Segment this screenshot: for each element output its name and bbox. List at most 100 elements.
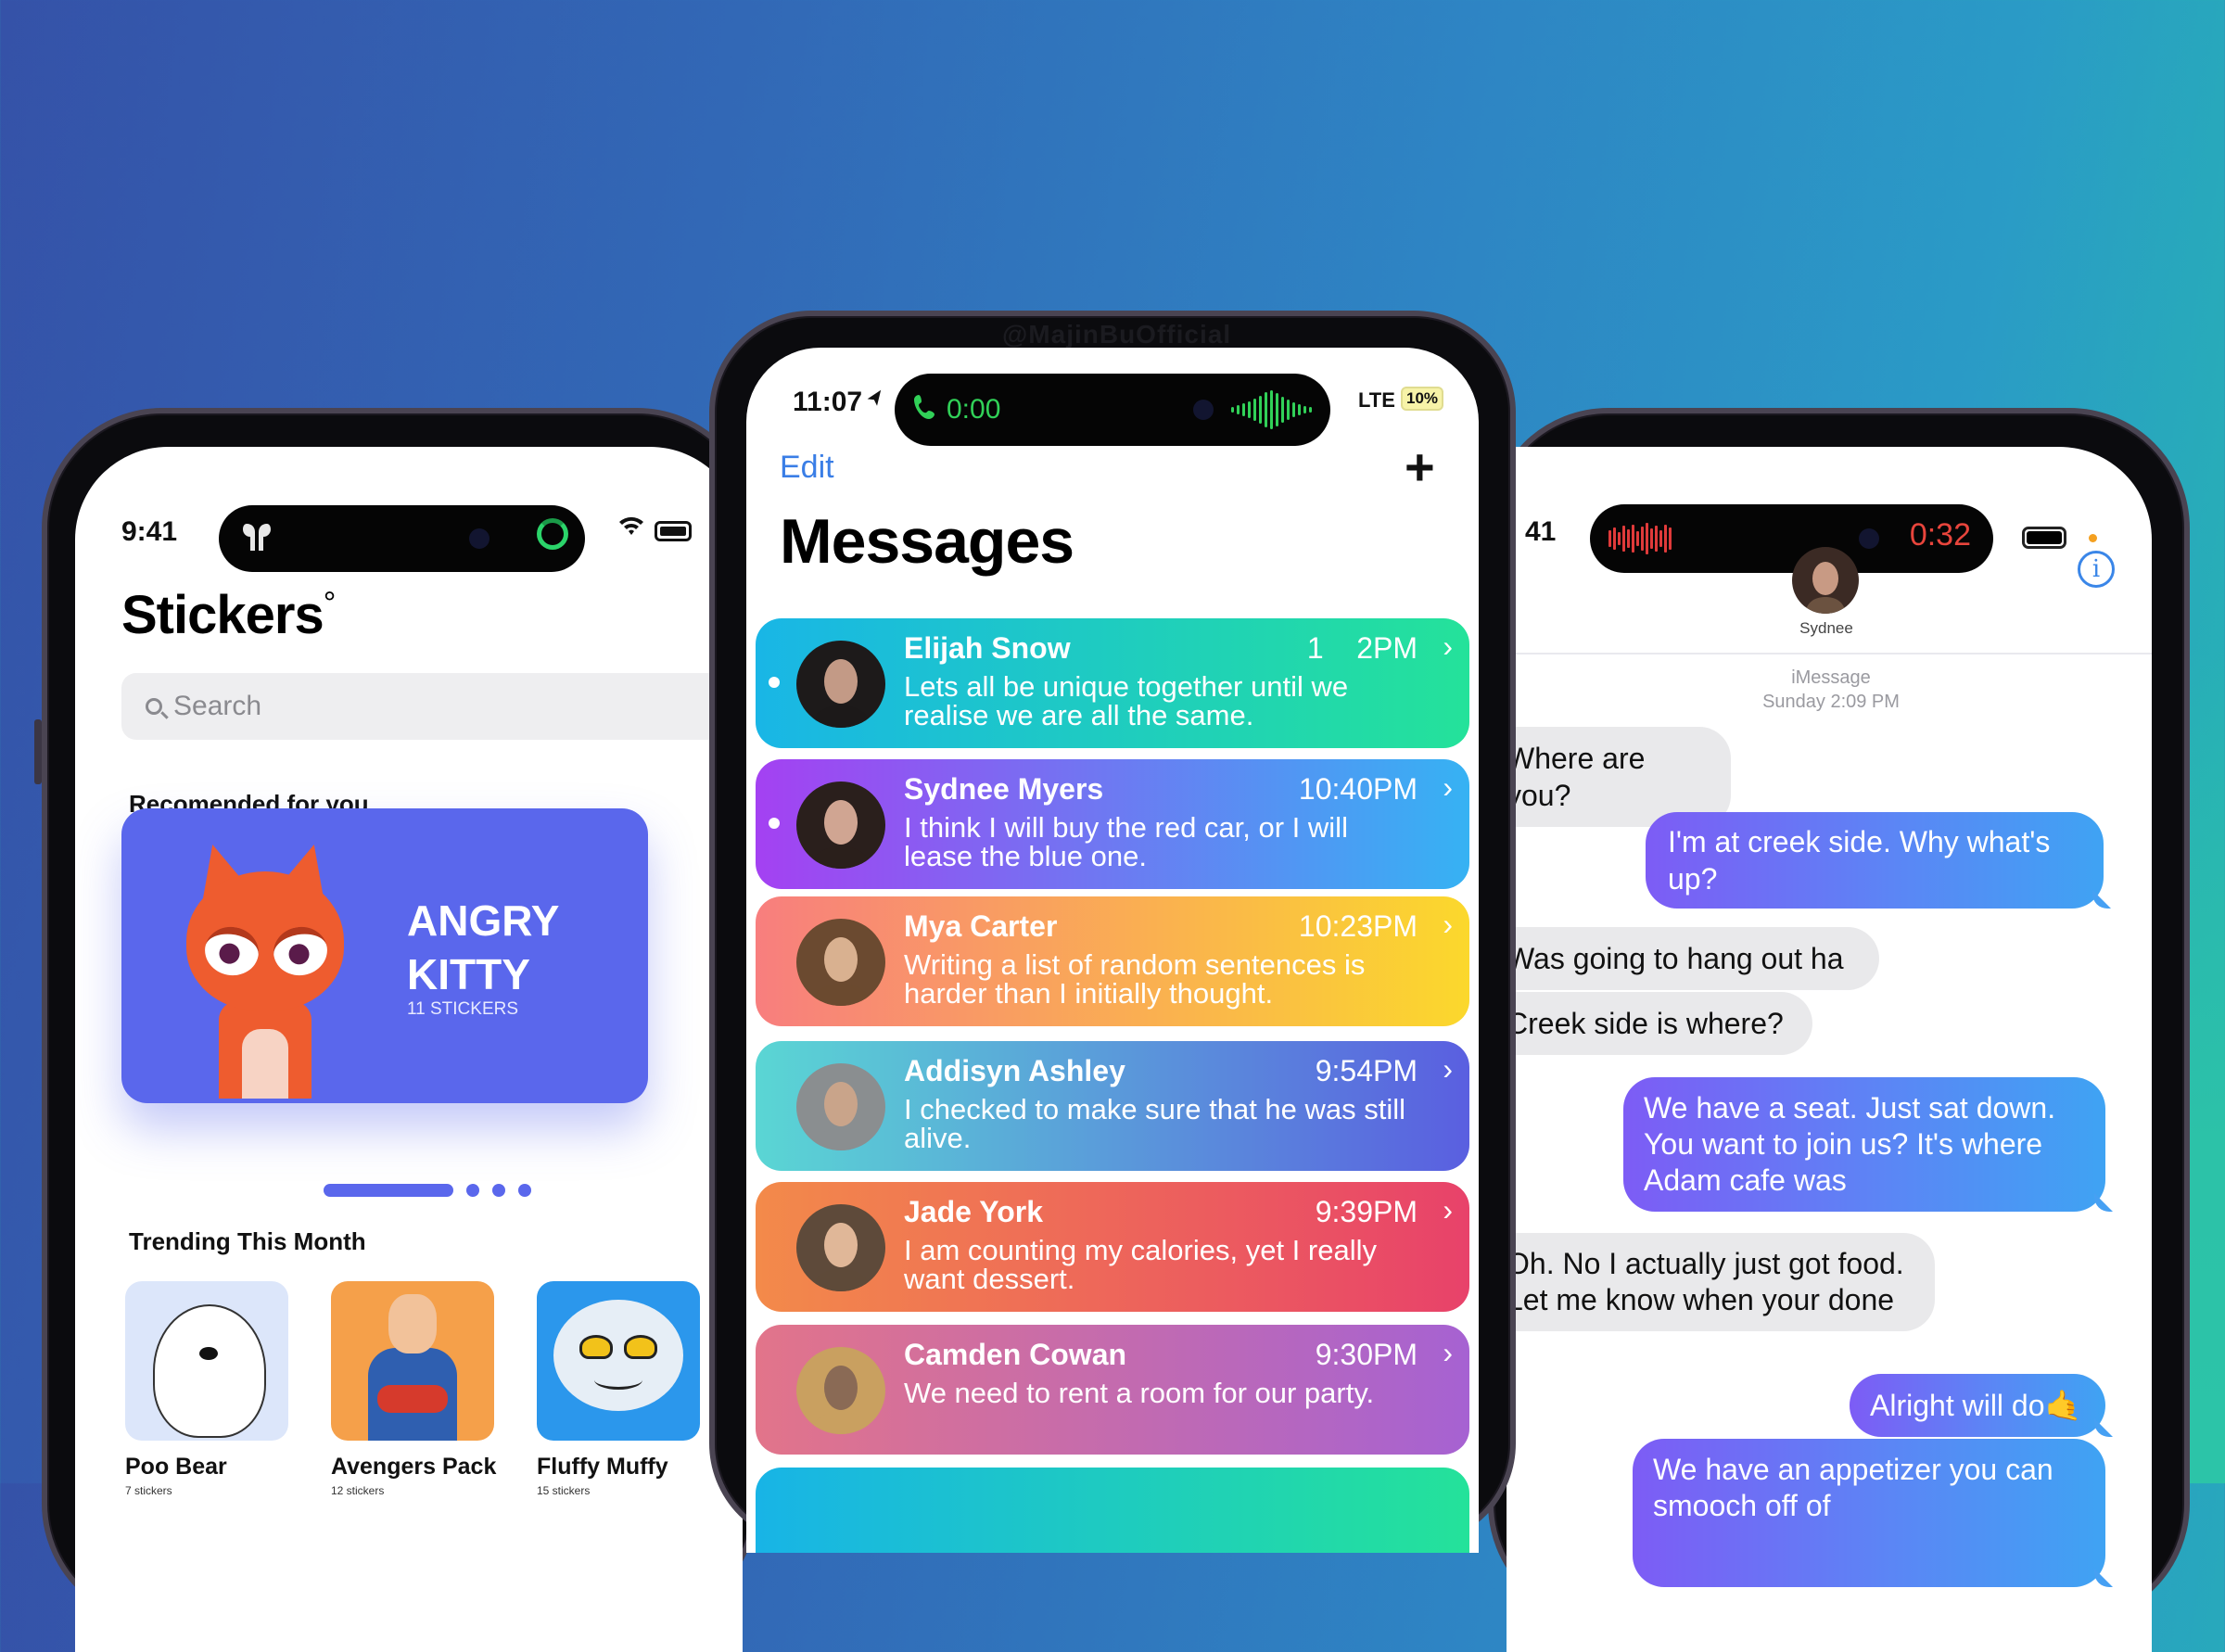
conversation-row[interactable]: Elijah Snow 1 2PM › Lets all be unique toge… (756, 618, 1469, 748)
contact-name: Addisyn Ashley (904, 1054, 1125, 1087)
avatar (796, 1063, 885, 1150)
messages-screen: 11:07 0:00 LTE 10% Edit + Messages Elija… (746, 348, 1479, 1553)
chevron-right-icon: › (1443, 770, 1453, 804)
chevron-right-icon: › (1443, 1052, 1453, 1086)
featured-count: 11 STICKERS (407, 999, 519, 1019)
call-timer: 0:00 (947, 394, 1001, 425)
page-title: Stickers° (121, 585, 336, 645)
dynamic-island[interactable]: 0:32 (1590, 504, 1993, 573)
carousel-indicator[interactable] (324, 1184, 531, 1197)
network-type: LTE (1358, 388, 1395, 412)
angry-kitty-image (177, 837, 362, 1099)
compose-button[interactable]: + (1405, 437, 1435, 497)
carousel-page[interactable] (492, 1184, 505, 1197)
message-outgoing[interactable]: We have a seat. Just sat down. You want … (1623, 1077, 2105, 1212)
status-time: 11:07 (793, 387, 863, 417)
status-time: 41 (1525, 516, 1557, 547)
timestamp: 10:40PM (1298, 772, 1418, 806)
trending-item-count: 15 stickers (537, 1484, 591, 1497)
stickers-phone: 9:41 Stickers° Search Recomended for you (34, 408, 757, 1652)
page-title: Messages (780, 506, 1074, 577)
message-preview: Writing a list of random sentences is ha… (904, 948, 1366, 1010)
watermark: @MajinBuOfficial (1002, 320, 1232, 349)
conversation-row[interactable]: Jade York 9:39PM › I am counting my calorie… (756, 1182, 1469, 1312)
contact-name: Camden Cowan (904, 1338, 1127, 1371)
trending-item-count: 12 stickers (331, 1484, 385, 1497)
contact-name: Sydnee Myers (904, 772, 1104, 806)
battery-icon (655, 521, 692, 541)
mic-indicator-icon (2089, 534, 2097, 542)
message-outgoing[interactable]: We have an appetizer you can smooch off … (1633, 1439, 2105, 1587)
timestamp: 1 2PM (1306, 631, 1418, 665)
search-placeholder: Search (173, 691, 262, 721)
camera-icon (469, 528, 490, 549)
message-preview: I think I will buy the red car, or I wil… (904, 811, 1348, 872)
avatar (796, 1347, 885, 1434)
trending-item[interactable]: Fluffy Muffy 15 stickers (537, 1281, 700, 1497)
timestamp: 9:39PM (1315, 1195, 1418, 1228)
activity-ring-icon (537, 518, 568, 550)
message-preview: I checked to make sure that he was still… (904, 1093, 1406, 1154)
search-input[interactable]: Search (121, 673, 743, 740)
message-preview: We need to rent a room for our party. (904, 1377, 1375, 1409)
edit-button[interactable]: Edit (780, 450, 834, 486)
message-incoming[interactable]: Creek side is where? (1507, 992, 1812, 1055)
featured-sticker-card[interactable]: ANGRY KITTY 11 STICKERS (121, 808, 648, 1103)
avatar (796, 919, 885, 1006)
trending-item[interactable]: Poo Bear 7 stickers (125, 1281, 288, 1497)
stickers-screen: 9:41 Stickers° Search Recomended for you (75, 447, 743, 1652)
conversation-row[interactable]: Sydnee Myers 10:40PM › I think I will buy t… (756, 759, 1469, 889)
camera-icon (1193, 400, 1214, 420)
chevron-right-icon: › (1443, 1336, 1453, 1369)
trending-item-name: Avengers Pack (331, 1454, 497, 1480)
carousel-page-active[interactable] (324, 1184, 453, 1197)
search-icon (146, 698, 162, 715)
conversation-row[interactable]: Addisyn Ashley 9:54PM › I checked to make s… (756, 1041, 1469, 1171)
poo-bear-image (125, 1281, 288, 1441)
audio-waveform-icon (1231, 390, 1312, 429)
timestamp: 9:30PM (1315, 1338, 1418, 1371)
info-icon[interactable]: i (2078, 551, 2115, 588)
contact-name: Mya Carter (904, 909, 1058, 943)
location-arrow-icon (865, 388, 885, 414)
unread-indicator (769, 818, 780, 829)
phone-call-icon (913, 393, 937, 427)
side-button (34, 719, 42, 784)
avengers-pack-image (331, 1281, 494, 1441)
airpods-icon (237, 516, 280, 559)
message-outgoing[interactable]: Alright will do🤙 (1850, 1374, 2105, 1437)
timestamp: 10:23PM (1298, 909, 1418, 943)
chevron-right-icon: › (1443, 629, 1453, 663)
conversation-row[interactable]: Mya Carter 10:23PM › Writing a list of rand… (756, 896, 1469, 1026)
message-incoming[interactable]: Oh. No I actually just got food. Let me … (1507, 1233, 1935, 1331)
status-time: 9:41 (121, 516, 178, 547)
chat-phone: 41 0:32 Sydnee i iMessage Sunday 2:09 PM… (1488, 408, 2190, 1652)
contact-avatar[interactable] (1792, 547, 1859, 614)
contact-name: Elijah Snow (904, 631, 1071, 665)
chevron-right-icon: › (1443, 908, 1453, 941)
thread-meta: iMessage Sunday 2:09 PM (1762, 667, 1900, 712)
camera-icon (1859, 528, 1879, 549)
message-preview: Lets all be unique together until we rea… (904, 670, 1349, 731)
conversation-row[interactable]: Camden Cowan 9:30PM › We need to rent a roo… (756, 1325, 1469, 1455)
message-incoming[interactable]: Was going to hang out ha (1507, 927, 1879, 990)
messages-phone: @MajinBuOfficial 11:07 0:00 LTE 10% Edit… (709, 311, 1516, 1553)
unread-indicator (769, 677, 780, 688)
message-outgoing[interactable]: I'm at creek side. Why what's up? (1646, 812, 2104, 909)
carousel-page[interactable] (518, 1184, 531, 1197)
header-divider (1507, 653, 2152, 654)
message-preview: I am counting my calories, yet I really … (904, 1234, 1377, 1295)
conversation-row[interactable] (756, 1468, 1469, 1553)
battery-percent: 10% (1401, 387, 1444, 411)
chevron-right-icon: › (1443, 1193, 1453, 1226)
recording-timer: 0:32 (1909, 517, 1971, 553)
trending-item[interactable]: Avengers Pack 12 stickers (331, 1281, 497, 1497)
carousel-page[interactable] (466, 1184, 479, 1197)
timestamp: 9:54PM (1315, 1054, 1418, 1087)
avatar (796, 641, 885, 728)
dynamic-island[interactable] (219, 505, 585, 572)
featured-title: ANGRY KITTY (407, 896, 560, 998)
dynamic-island[interactable]: 0:00 (895, 374, 1330, 446)
trending-heading: Trending This Month (129, 1227, 366, 1255)
wifi-icon (617, 514, 645, 545)
